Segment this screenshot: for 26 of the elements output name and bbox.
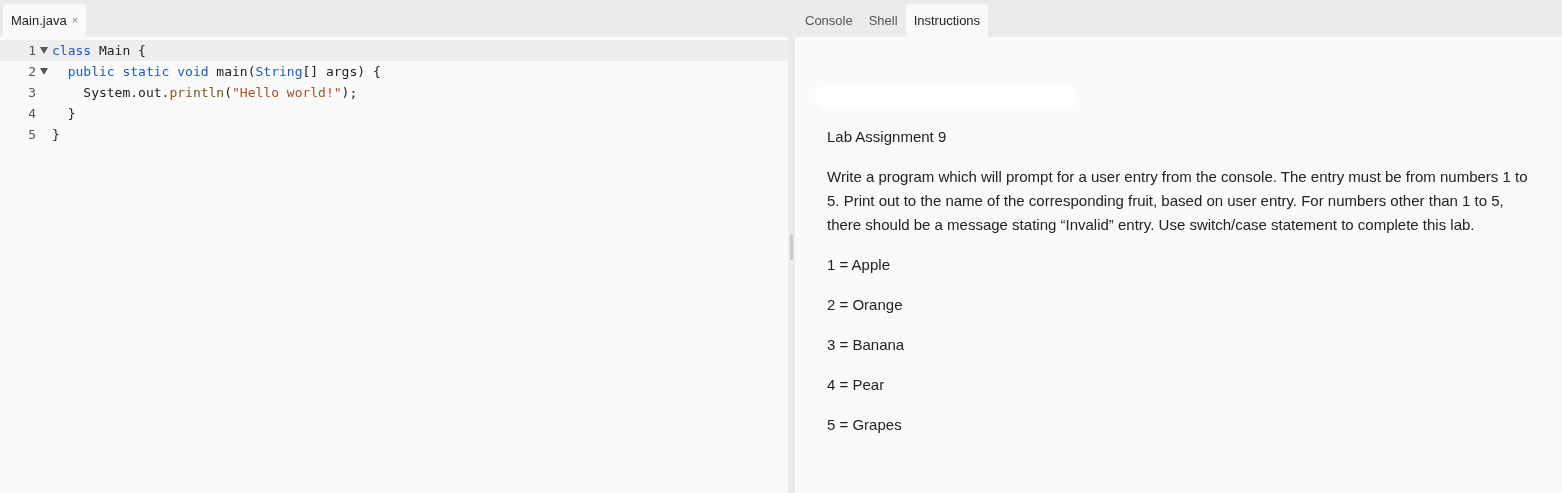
instruction-text: 2 = Orange xyxy=(827,294,904,315)
resize-handle[interactable] xyxy=(790,233,793,260)
line-number: 5 xyxy=(27,125,36,144)
panel-tab[interactable]: Shell xyxy=(860,4,906,37)
instruction-text: Write a program which will prompt for a user entry from the console. The entry must be from numbers 1 to 5. Print out to the name of the corresponding fruit, based on user entry. For numbers other than 1 to 5, there should be a message stating “Invalid” entry. Use switch/case statement to complete this lab. xyxy=(827,166,1529,235)
instruction-text: 1 = Apple xyxy=(827,254,891,275)
instruction-text: 4 = Pear xyxy=(827,374,886,395)
fold-triangle-icon[interactable] xyxy=(40,47,48,54)
code-line: public static void main(String[] args) { xyxy=(66,62,381,81)
code-editor[interactable]: 1 class Main { 2 public static void main(String[] args) { 3 System.out.println("Hello world!"); 4 } 5 } xyxy=(0,37,788,493)
fold-triangle-icon[interactable] xyxy=(40,68,48,75)
instruction-text: 3 = Banana xyxy=(827,334,906,355)
panel-tab[interactable]: Instructions xyxy=(905,4,989,37)
code-line: } xyxy=(66,104,76,123)
assignment-title: Lab Assignment 9 xyxy=(827,127,948,147)
code-line: class Main { xyxy=(52,41,146,60)
line-number: 4 xyxy=(27,104,36,123)
file-tab[interactable]: Main.java × xyxy=(3,4,87,37)
code-line: } xyxy=(52,125,60,144)
panel-tab[interactable]: Console xyxy=(797,4,861,37)
line-number: 1 xyxy=(27,41,36,60)
line-number: 3 xyxy=(27,83,36,102)
instruction-text: 5 = Grapes xyxy=(827,414,903,435)
line-number: 2 xyxy=(27,62,36,81)
close-button[interactable]: × xyxy=(71,12,79,29)
code-line: System.out.println("Hello world!"); xyxy=(82,83,358,102)
